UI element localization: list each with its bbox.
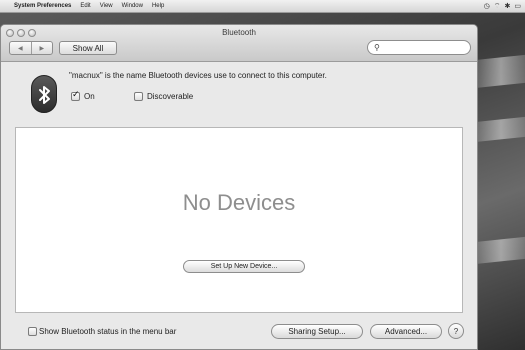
bluetooth-name-message: "macnux" is the name Bluetooth devices u… bbox=[69, 71, 327, 80]
no-devices-message: No Devices bbox=[182, 190, 296, 215]
bluetooth-logo-icon bbox=[31, 75, 57, 113]
bluetooth-icon[interactable]: ✱ bbox=[505, 2, 511, 11]
battery-icon[interactable]: ▭ bbox=[514, 2, 521, 11]
show-all-button[interactable]: Show All bbox=[59, 41, 117, 55]
discoverable-checkbox[interactable] bbox=[134, 92, 143, 101]
title-bar: Bluetooth ◀ ▶ Show All ⚲ bbox=[1, 25, 477, 62]
set-up-new-device-button[interactable]: Set Up New Device... bbox=[183, 260, 305, 273]
window-title: Bluetooth bbox=[222, 28, 256, 37]
search-icon: ⚲ bbox=[374, 43, 380, 52]
time-machine-icon[interactable]: ◷ bbox=[484, 2, 490, 11]
back-forward-control: ◀ ▶ bbox=[9, 41, 53, 55]
menu-view[interactable]: View bbox=[100, 3, 113, 9]
menu-system-preferences[interactable]: System Preferences bbox=[14, 3, 71, 9]
menu-bar: System Preferences Edit View Window Help… bbox=[0, 0, 525, 13]
discoverable-label: Discoverable bbox=[147, 92, 194, 101]
on-checkbox[interactable]: ✓ bbox=[71, 89, 80, 101]
advanced-button[interactable]: Advanced... bbox=[370, 324, 442, 339]
show-status-checkbox[interactable] bbox=[28, 327, 37, 336]
checkmark-icon: ✓ bbox=[72, 89, 80, 99]
device-list[interactable] bbox=[15, 127, 463, 313]
search-field[interactable]: ⚲ bbox=[367, 40, 471, 55]
show-status-label: Show Bluetooth status in the menu bar bbox=[39, 327, 177, 336]
bluetooth-preferences-window: Bluetooth ◀ ▶ Show All ⚲ "macnux" is the… bbox=[0, 24, 478, 350]
on-label: On bbox=[84, 92, 95, 101]
menu-help[interactable]: Help bbox=[152, 3, 164, 9]
sharing-setup-button[interactable]: Sharing Setup... bbox=[271, 324, 363, 339]
menu-edit[interactable]: Edit bbox=[80, 3, 90, 9]
back-button[interactable]: ◀ bbox=[10, 42, 31, 54]
wifi-icon[interactable]: ⌔ bbox=[494, 2, 501, 11]
help-button[interactable]: ? bbox=[448, 323, 464, 339]
forward-button[interactable]: ▶ bbox=[30, 42, 53, 54]
menu-window[interactable]: Window bbox=[122, 3, 143, 9]
menu-status-area: ◷ ⌔ ✱ ▭ bbox=[484, 2, 521, 11]
